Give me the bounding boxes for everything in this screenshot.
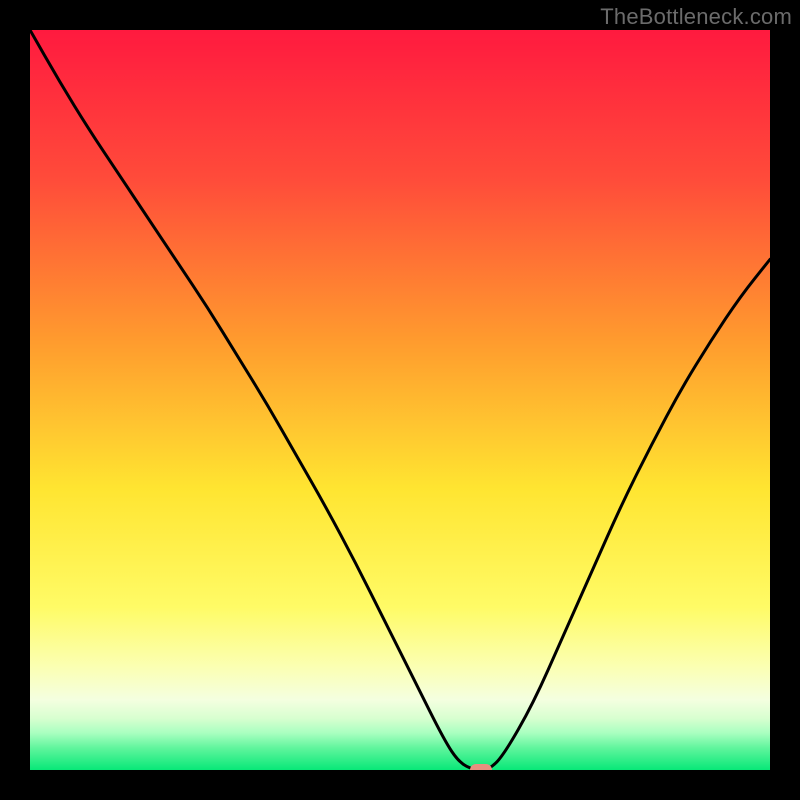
chart-frame: TheBottleneck.com	[0, 0, 800, 800]
optimal-marker	[470, 764, 492, 770]
bottleneck-curve	[30, 30, 770, 770]
plot-area	[30, 30, 770, 770]
curve-layer	[30, 30, 770, 770]
watermark-text: TheBottleneck.com	[600, 4, 792, 30]
